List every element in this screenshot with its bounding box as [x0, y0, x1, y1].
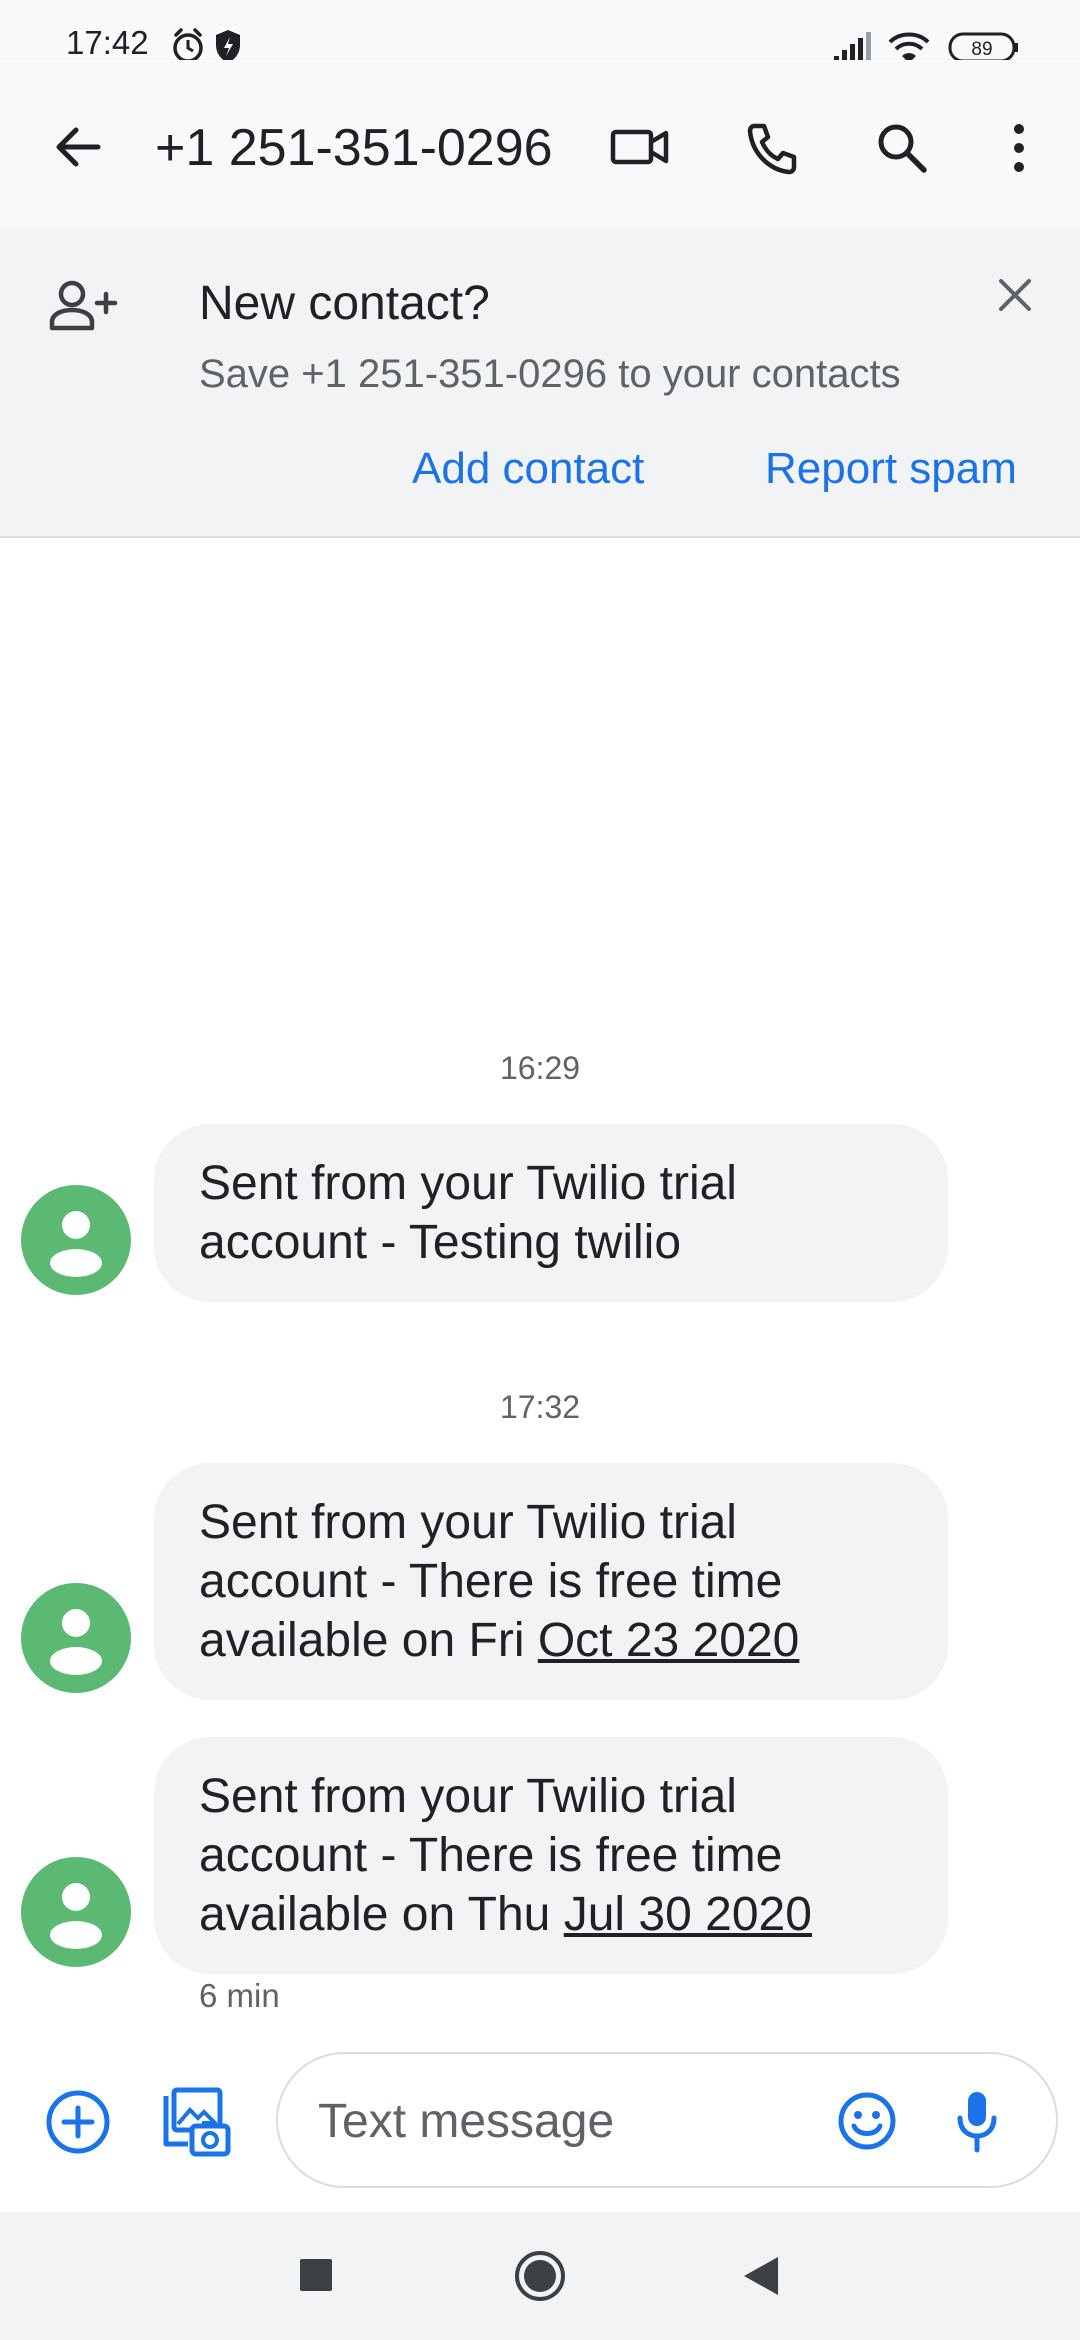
text-message-input[interactable]: Text message: [276, 2052, 1058, 2188]
search-icon[interactable]: [874, 120, 930, 181]
avatar[interactable]: [21, 1185, 131, 1295]
banner-subtitle: Save +1 251-351-0296 to your contacts: [199, 352, 901, 396]
date-link[interactable]: Jul 30 2020: [564, 1888, 812, 1941]
conversation-title: +1 251-351-0296: [155, 119, 553, 177]
alarm-icon: [173, 28, 203, 63]
message-bubble[interactable]: Sent from your Twilio trial account - Th…: [154, 1737, 948, 1974]
message-timestamp: 16:29: [499, 1050, 581, 1086]
message-bubble[interactable]: Sent from your Twilio trial account - Th…: [154, 1463, 948, 1700]
phone-icon[interactable]: [744, 120, 800, 181]
svg-text:89: 89: [971, 39, 992, 60]
emoji-icon[interactable]: [836, 2090, 898, 2157]
report-spam-button[interactable]: Report spam: [765, 444, 1017, 494]
avatar[interactable]: [21, 1583, 131, 1693]
compose-placeholder: Text message: [318, 2095, 615, 2148]
wifi-icon: [888, 32, 930, 63]
add-person-icon: [48, 278, 118, 339]
message-age: 6 min: [199, 1977, 280, 2014]
new-contact-banner: New contact? Save +1 251-351-0296 to you…: [0, 228, 1080, 538]
avatar[interactable]: [21, 1857, 131, 1967]
add-circle-icon[interactable]: [44, 2088, 112, 2161]
message-text: Sent from your Twilio trial account - Te…: [199, 1157, 737, 1269]
message-timestamp: 17:32: [499, 1389, 581, 1425]
app-bar: +1 251-351-0296: [0, 60, 1080, 228]
video-call-icon[interactable]: [610, 120, 670, 179]
person-icon: [50, 1211, 102, 1277]
person-icon: [50, 1883, 102, 1949]
system-nav-bar: [0, 2212, 1080, 2340]
battery-icon: 89: [948, 32, 1018, 63]
shield-icon: [216, 30, 240, 63]
gallery-camera-icon[interactable]: [158, 2086, 232, 2163]
more-vert-icon[interactable]: [1006, 120, 1032, 181]
recents-square-icon[interactable]: [298, 2257, 334, 2298]
add-contact-button[interactable]: Add contact: [412, 444, 644, 494]
person-icon: [50, 1609, 102, 1675]
close-icon[interactable]: [996, 276, 1034, 319]
back-triangle-icon[interactable]: [740, 2255, 780, 2302]
banner-title: New contact?: [199, 277, 490, 330]
back-arrow-icon[interactable]: [50, 120, 104, 179]
mic-icon[interactable]: [954, 2088, 1000, 2159]
status-time: 17:42: [66, 24, 149, 61]
date-link[interactable]: Oct 23 2020: [538, 1614, 800, 1667]
home-circle-icon[interactable]: [513, 2249, 567, 2308]
message-bubble[interactable]: Sent from your Twilio trial account - Te…: [154, 1124, 948, 1302]
